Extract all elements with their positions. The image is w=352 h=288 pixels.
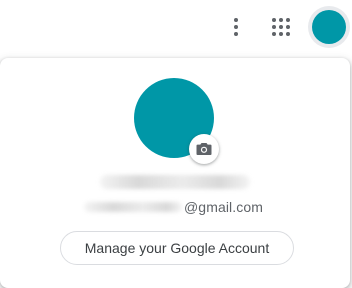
camera-icon: [196, 143, 212, 155]
manage-account-button[interactable]: Manage your Google Account: [60, 231, 294, 265]
apps-grid-icon[interactable]: [270, 16, 292, 38]
more-vert-icon-dot: [234, 32, 238, 36]
top-bar: [0, 0, 352, 56]
email-domain: @gmail.com: [184, 199, 264, 215]
more-vert-icon-dot: [234, 18, 238, 22]
account-avatar-button[interactable]: [308, 6, 350, 48]
more-vert-icon-dot: [234, 25, 238, 29]
email-user-redacted: [84, 202, 182, 212]
account-panel: @gmail.com Manage your Google Account: [0, 58, 350, 288]
avatar: [312, 10, 346, 44]
account-email: @gmail.com: [84, 198, 263, 216]
more-options-button[interactable]: [224, 12, 248, 42]
change-photo-button[interactable]: [189, 134, 219, 164]
account-name-redacted: [100, 175, 250, 189]
